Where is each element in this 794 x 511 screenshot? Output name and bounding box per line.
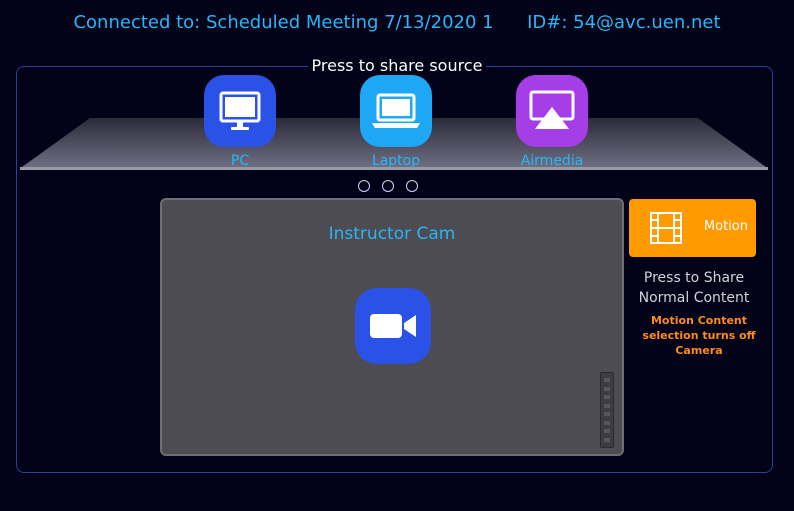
scrollbar[interactable] (600, 372, 614, 448)
instructor-cam-title: Instructor Cam (328, 224, 456, 244)
motion-content-button[interactable]: Motion (629, 199, 756, 257)
video-camera-icon (355, 288, 431, 364)
instructor-cam-panel[interactable]: Instructor Cam (160, 198, 624, 456)
source-laptop-button[interactable]: Laptop (346, 75, 446, 169)
film-strip-icon (650, 212, 682, 244)
motion-label: Motion (703, 219, 748, 234)
monitor-icon (204, 75, 276, 147)
page-indicator (356, 180, 426, 196)
source-label: PC (230, 153, 250, 169)
airplay-icon (516, 75, 588, 147)
source-list: PC Laptop Airmedia (0, 0, 794, 180)
source-label: Laptop (371, 153, 421, 169)
page-dot-2[interactable] (382, 180, 394, 192)
source-label: Airmedia (520, 153, 584, 169)
source-pc-button[interactable]: PC (190, 75, 290, 169)
source-airmedia-button[interactable]: Airmedia (502, 75, 602, 169)
page-dot-3[interactable] (406, 180, 418, 192)
share-normal-content-text: Press to Share Normal Content (638, 270, 750, 306)
laptop-icon (360, 75, 432, 147)
motion-warning-text: Motion Content selection turns off Camer… (642, 314, 756, 357)
page-dot-1[interactable] (358, 180, 370, 192)
